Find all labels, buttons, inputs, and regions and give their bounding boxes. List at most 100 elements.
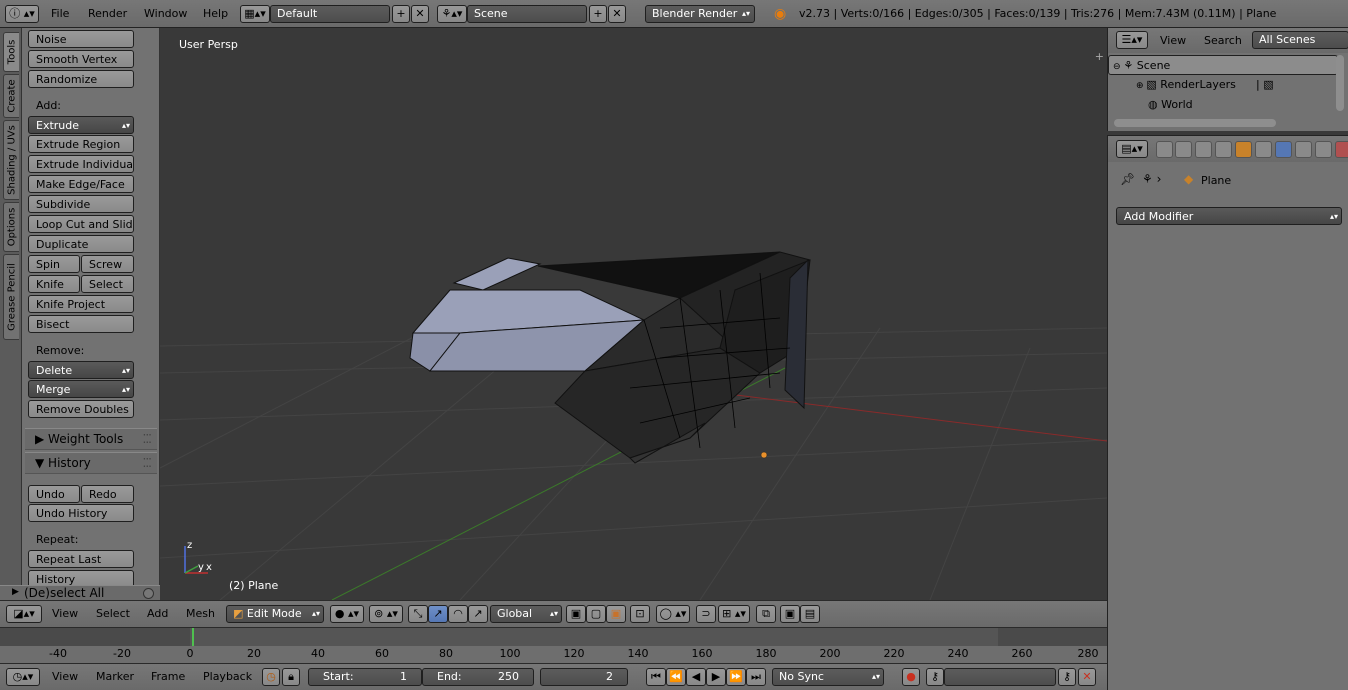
display-mode-select[interactable]: All Scenes	[1252, 31, 1348, 49]
menu-frame[interactable]: Frame	[151, 664, 185, 690]
prev-keyframe-button[interactable]: ⏪	[666, 668, 686, 686]
menu-view[interactable]: View	[52, 664, 78, 690]
scale-manipulator[interactable]: ↗	[468, 605, 488, 623]
menu-view[interactable]: View	[52, 601, 78, 627]
record-button[interactable]: ●	[902, 668, 920, 686]
scene-remove-button[interactable]: ✕	[608, 5, 626, 23]
extrude-region-button[interactable]: Extrude Region	[28, 135, 134, 153]
loop-cut-button[interactable]: Loop Cut and Slide	[28, 215, 134, 233]
outliner-row-renderlayers[interactable]: ⊕ ▧ RenderLayers | ▧	[1108, 75, 1338, 95]
jump-end-button[interactable]: ⏭	[746, 668, 766, 686]
material-tab-icon[interactable]	[1315, 141, 1332, 158]
snap-element-select[interactable]: ⊞ ▴▾	[718, 605, 750, 623]
proportional-edit-select[interactable]: ◯ ▴▾	[656, 605, 690, 623]
menu-search[interactable]: Search	[1204, 28, 1242, 53]
repeat-last-button[interactable]: Repeat Last	[28, 550, 134, 568]
preview-range-toggle[interactable]: ◷	[262, 668, 280, 686]
knife-project-button[interactable]: Knife Project	[28, 295, 134, 313]
world-tab-icon[interactable]	[1215, 141, 1232, 158]
play-button[interactable]: ▶	[706, 668, 726, 686]
undo-button[interactable]: Undo	[28, 485, 80, 503]
pivot-select[interactable]: ⊚ ▴▾	[369, 605, 403, 623]
layout-browse-button[interactable]: ▦▴▾	[240, 5, 270, 23]
drag-handle-icon[interactable]: ⁚⁚⁚	[143, 429, 153, 450]
outliner-row-scene[interactable]: ⊖ ⚘ Scene	[1108, 55, 1338, 75]
menu-marker[interactable]: Marker	[96, 664, 134, 690]
keying-set-field[interactable]	[944, 668, 1056, 686]
menu-playback[interactable]: Playback	[203, 664, 252, 690]
render-animation-button[interactable]: ▤	[800, 605, 820, 623]
scene-name-field[interactable]: Scene	[467, 5, 587, 23]
editor-type-button[interactable]: ◷▴▾	[6, 668, 40, 686]
keying-set-button[interactable]: ⚷	[926, 668, 944, 686]
lock-range-toggle[interactable]: 🔒︎	[282, 668, 300, 686]
menu-window[interactable]: Window	[144, 0, 187, 28]
tab-options[interactable]: Options	[3, 202, 19, 252]
manipulator-toggle[interactable]: ⤡	[408, 605, 428, 623]
properties-toggle-icon[interactable]: +	[1095, 50, 1104, 63]
outliner-row-world[interactable]: ◍ World	[1108, 95, 1338, 115]
bisect-button[interactable]: Bisect	[28, 315, 134, 333]
delete-menu[interactable]: Delete ▴▾	[28, 361, 134, 379]
remove-doubles-button[interactable]: Remove Doubles	[28, 400, 134, 418]
current-frame-indicator[interactable]	[192, 628, 194, 646]
face-select-mode[interactable]: ▣	[606, 605, 626, 623]
knife-button[interactable]: Knife	[28, 275, 80, 293]
layout-name-field[interactable]: Default	[270, 5, 390, 23]
outliner-hscrollbar[interactable]	[1114, 119, 1276, 127]
collapse-icon[interactable]: ⊖	[1113, 62, 1123, 72]
extrude-individual-button[interactable]: Extrude Individual	[28, 155, 134, 173]
next-keyframe-button[interactable]: ⏩	[726, 668, 746, 686]
current-frame-field[interactable]: 2	[540, 668, 628, 686]
end-frame-field[interactable]: End: 250	[422, 668, 534, 686]
tab-create[interactable]: Create	[3, 74, 19, 118]
timeline-ruler[interactable]: -40 -20 0 20 40 60 80 100 120 140 160 18…	[0, 646, 1107, 663]
modifiers-tab-icon[interactable]	[1275, 141, 1292, 158]
menu-help[interactable]: Help	[203, 0, 228, 28]
randomize-button[interactable]: Randomize	[28, 70, 134, 88]
3d-viewport[interactable]: z y x User Persp (2) Plane +	[160, 28, 1107, 600]
outliner-vscrollbar[interactable]	[1336, 55, 1344, 111]
tab-grease-pencil[interactable]: Grease Pencil	[3, 254, 19, 340]
sync-mode-select[interactable]: No Sync ▴▾	[772, 668, 884, 686]
subdivide-button[interactable]: Subdivide	[28, 195, 134, 213]
data-tab-icon[interactable]	[1295, 141, 1312, 158]
render-still-button[interactable]: ▣	[780, 605, 800, 623]
rotate-manipulator[interactable]: ◠	[448, 605, 468, 623]
drag-handle-icon[interactable]: ⁚⁚⁚	[143, 453, 153, 474]
history-panel-header[interactable]: ▼ History ⁚⁚⁚	[25, 452, 157, 474]
layout-add-button[interactable]: +	[392, 5, 410, 23]
editor-type-button[interactable]: ▤▴▾	[1116, 140, 1148, 158]
render-engine-select[interactable]: Blender Render ▴▾	[645, 5, 755, 23]
menu-select[interactable]: Select	[96, 601, 130, 627]
scene-add-button[interactable]: +	[589, 5, 607, 23]
layout-remove-button[interactable]: ✕	[411, 5, 429, 23]
vertex-select-mode[interactable]: ▣	[566, 605, 586, 623]
outliner[interactable]: ⊖ ⚘ Scene ⊕ ▧ RenderLayers | ▧ ◍ World	[1107, 53, 1348, 131]
smooth-vertex-button[interactable]: Smooth Vertex	[28, 50, 134, 68]
knife-select-button[interactable]: Select	[81, 275, 134, 293]
object-tab-icon[interactable]	[1235, 141, 1252, 158]
editor-type-button[interactable]: ◪▴▾	[6, 605, 42, 623]
menu-add[interactable]: Add	[147, 601, 168, 627]
render-layers-tab-icon[interactable]	[1175, 141, 1192, 158]
scene-tab-icon[interactable]	[1195, 141, 1212, 158]
delete-keyframe-button[interactable]: ✕	[1078, 668, 1096, 686]
make-edge-face-button[interactable]: Make Edge/Face	[28, 175, 134, 193]
duplicate-button[interactable]: Duplicate	[28, 235, 134, 253]
insert-keyframe-button[interactable]: ⚷	[1058, 668, 1076, 686]
menu-render[interactable]: Render	[88, 0, 127, 28]
tab-shading-uvs[interactable]: Shading / UVs	[3, 120, 19, 200]
render-tab-icon[interactable]	[1156, 141, 1173, 158]
redo-button[interactable]: Redo	[81, 485, 134, 503]
expand-icon[interactable]: ⊕	[1136, 81, 1146, 91]
merge-menu[interactable]: Merge ▴▾	[28, 380, 134, 398]
translate-manipulator[interactable]: ↗	[428, 605, 448, 623]
last-operator-panel[interactable]: ▶ (De)select All	[0, 585, 160, 600]
menu-view[interactable]: View	[1160, 28, 1186, 53]
noise-button[interactable]: Noise	[28, 30, 134, 48]
orientation-select[interactable]: Global ▴▾	[490, 605, 562, 623]
constraints-tab-icon[interactable]	[1255, 141, 1272, 158]
edge-select-mode[interactable]: ▢	[586, 605, 606, 623]
menu-file[interactable]: File	[51, 0, 69, 28]
